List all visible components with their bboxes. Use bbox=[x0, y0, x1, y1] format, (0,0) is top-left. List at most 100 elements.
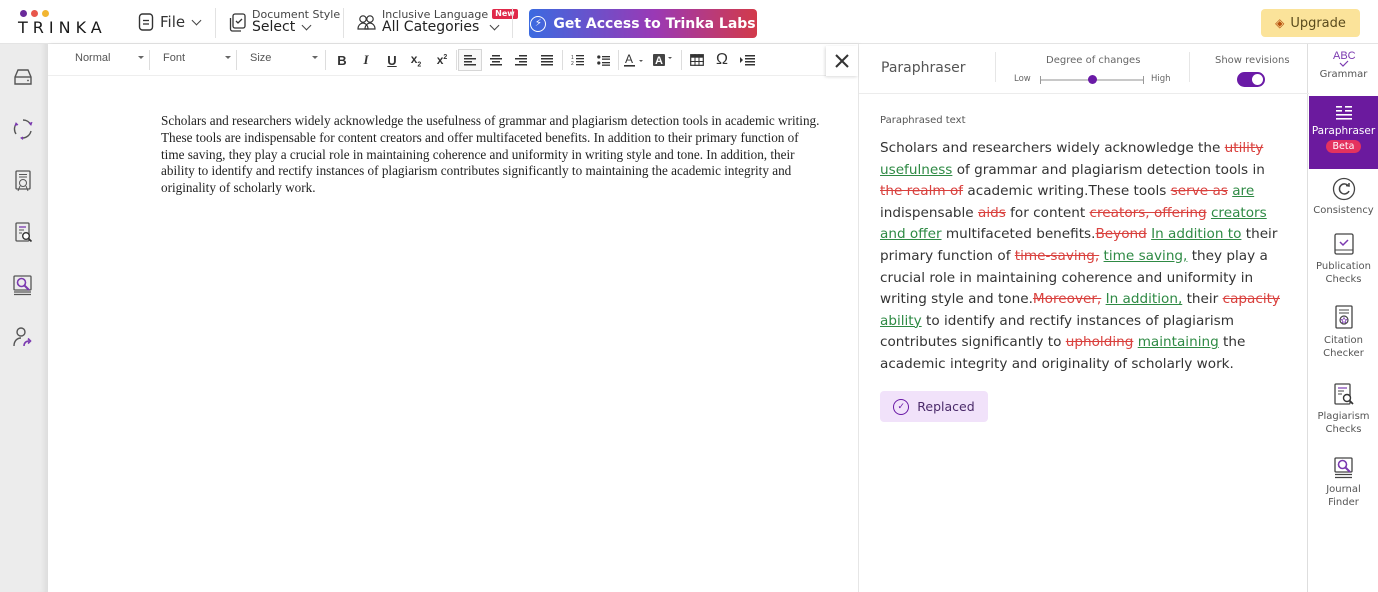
deleted-text[interactable]: capacity bbox=[1223, 291, 1280, 307]
indent-button[interactable] bbox=[737, 50, 757, 70]
close-panel-button[interactable] bbox=[826, 46, 858, 76]
align-right-button[interactable] bbox=[511, 50, 531, 70]
insert-table-button[interactable] bbox=[687, 50, 707, 70]
bullet-list-button[interactable] bbox=[593, 50, 613, 70]
rail-item-paraphraser[interactable]: Paraphraser Beta bbox=[1309, 96, 1378, 169]
drive-icon[interactable] bbox=[11, 65, 35, 89]
caret-down-icon bbox=[225, 56, 231, 59]
deleted-text[interactable]: the realm of bbox=[880, 183, 963, 199]
trinka-logo[interactable]: TRINKA bbox=[18, 10, 108, 40]
check-circle-icon: ✓ bbox=[893, 398, 910, 415]
superscript-button[interactable]: x2 bbox=[432, 50, 452, 70]
deleted-text[interactable]: serve as bbox=[1171, 183, 1228, 199]
deleted-text[interactable]: Beyond bbox=[1095, 226, 1146, 242]
italic-button[interactable]: I bbox=[356, 50, 376, 70]
journal-finder-icon bbox=[1333, 457, 1353, 479]
header-divider bbox=[343, 8, 344, 38]
rail-item-journal-finder[interactable]: Journal Finder bbox=[1309, 456, 1378, 509]
document-body[interactable]: Scholars and researchers widely acknowle… bbox=[161, 113, 821, 197]
rail-item-citation-checker[interactable]: Citation Checker bbox=[1309, 305, 1378, 360]
upgrade-button[interactable]: ◈ Upgrade bbox=[1261, 9, 1360, 37]
toggle-knob bbox=[1252, 74, 1263, 85]
citation-icon bbox=[1334, 305, 1353, 329]
special-character-button[interactable]: Ω bbox=[712, 50, 732, 70]
lightning-icon: ⚡ bbox=[530, 15, 547, 32]
inclusive-language-dropdown[interactable]: Inclusive Language New All Categories bbox=[357, 0, 518, 44]
deleted-text[interactable]: Moreover, bbox=[1033, 291, 1101, 307]
align-left-icon bbox=[464, 54, 476, 65]
slider-start-tick bbox=[1040, 76, 1041, 84]
show-revisions-toggle[interactable] bbox=[1237, 72, 1265, 87]
align-center-button[interactable] bbox=[486, 50, 506, 70]
unchanged-text: of grammar and plagiarism detection tool… bbox=[952, 161, 1265, 178]
degree-low-label: Low bbox=[1014, 74, 1031, 84]
degree-high-label: High bbox=[1151, 74, 1171, 84]
deleted-text[interactable]: creators, offering bbox=[1090, 205, 1207, 221]
paragraph-style-select[interactable]: Normal bbox=[75, 52, 110, 64]
inserted-text[interactable]: time saving, bbox=[1104, 248, 1188, 264]
size-select[interactable]: Size bbox=[250, 52, 271, 64]
inclusive-language-value: All Categories bbox=[382, 19, 480, 36]
document-style-dropdown[interactable]: Document Style Select bbox=[229, 0, 340, 44]
user-share-icon[interactable] bbox=[11, 325, 35, 349]
paraphrased-text-label: Paraphrased text bbox=[880, 115, 966, 126]
rail-item-label: Citation Checker bbox=[1323, 335, 1364, 359]
highlight-color-icon: A bbox=[653, 54, 672, 67]
inserted-text[interactable]: usefulness bbox=[880, 162, 952, 178]
file-menu-label: File bbox=[160, 13, 186, 31]
upgrade-label: Upgrade bbox=[1290, 15, 1346, 31]
bold-button[interactable]: B bbox=[332, 50, 352, 70]
trinka-labs-label: Get Access to Trinka Labs bbox=[553, 15, 756, 32]
trinka-labs-button[interactable]: ⚡ Get Access to Trinka Labs bbox=[529, 9, 757, 38]
logo-dot bbox=[42, 10, 49, 17]
rail-item-grammar[interactable]: ABC Grammar bbox=[1309, 48, 1378, 96]
header-divider bbox=[995, 52, 996, 82]
justify-button[interactable] bbox=[537, 50, 557, 70]
align-right-icon bbox=[515, 54, 527, 65]
align-left-button[interactable] bbox=[458, 49, 482, 71]
svg-text:A: A bbox=[655, 55, 663, 67]
document-search-icon[interactable] bbox=[11, 221, 35, 245]
deleted-text[interactable]: aids bbox=[978, 205, 1006, 221]
abc-check-icon: ABC bbox=[1333, 50, 1356, 67]
inserted-text[interactable]: maintaining bbox=[1138, 334, 1219, 350]
header-divider bbox=[512, 8, 513, 38]
inserted-text[interactable]: In addition to bbox=[1151, 226, 1241, 242]
subscript-button[interactable]: x2 bbox=[406, 50, 426, 70]
journal-search-icon[interactable] bbox=[11, 273, 35, 297]
inserted-text[interactable]: In addition, bbox=[1106, 291, 1183, 307]
caret-down-icon bbox=[312, 56, 318, 59]
rail-item-label: Publication Checks bbox=[1316, 261, 1371, 285]
highlight-color-button[interactable]: A bbox=[652, 50, 676, 70]
rail-item-plagiarism-checks[interactable]: Plagiarism Checks bbox=[1309, 383, 1378, 436]
font-select[interactable]: Font bbox=[163, 52, 185, 64]
ordered-list-button[interactable]: 12 bbox=[567, 50, 587, 70]
underline-button[interactable]: U bbox=[382, 50, 402, 70]
document-style-icon bbox=[229, 12, 246, 32]
degree-of-changes-slider[interactable] bbox=[1040, 75, 1144, 84]
unchanged-text: for content bbox=[1005, 204, 1090, 221]
rail-item-consistency[interactable]: Consistency bbox=[1309, 177, 1378, 218]
text-color-button[interactable]: A bbox=[623, 50, 647, 70]
toolbar-divider bbox=[236, 50, 237, 70]
deleted-text[interactable]: time-saving, bbox=[1015, 248, 1099, 264]
inserted-text[interactable]: ability bbox=[880, 313, 922, 329]
inserted-text[interactable]: are bbox=[1232, 183, 1254, 199]
replaced-button[interactable]: ✓ Replaced bbox=[880, 391, 988, 422]
logo-dots bbox=[20, 10, 108, 17]
svg-text:ABC: ABC bbox=[1333, 50, 1356, 62]
svg-text:A: A bbox=[625, 53, 633, 66]
file-icon bbox=[138, 13, 154, 31]
deleted-text[interactable]: upholding bbox=[1066, 334, 1134, 350]
slider-thumb[interactable] bbox=[1088, 75, 1097, 84]
sync-icon[interactable] bbox=[11, 117, 35, 141]
rail-item-publication-checks[interactable]: Publication Checks bbox=[1309, 233, 1378, 286]
unchanged-text: their bbox=[1182, 291, 1223, 308]
document-editor: Normal Font Size B I U x2 x2 1 2 A A Ω S… bbox=[48, 44, 858, 592]
plagiarism-icon bbox=[1333, 383, 1354, 405]
file-menu-button[interactable]: File bbox=[138, 0, 202, 44]
trinka-app: TRINKA File Document Style Select Inclus… bbox=[0, 0, 1378, 592]
align-center-icon bbox=[490, 54, 502, 65]
deleted-text[interactable]: utility bbox=[1225, 140, 1264, 156]
certificate-icon[interactable] bbox=[11, 169, 35, 193]
